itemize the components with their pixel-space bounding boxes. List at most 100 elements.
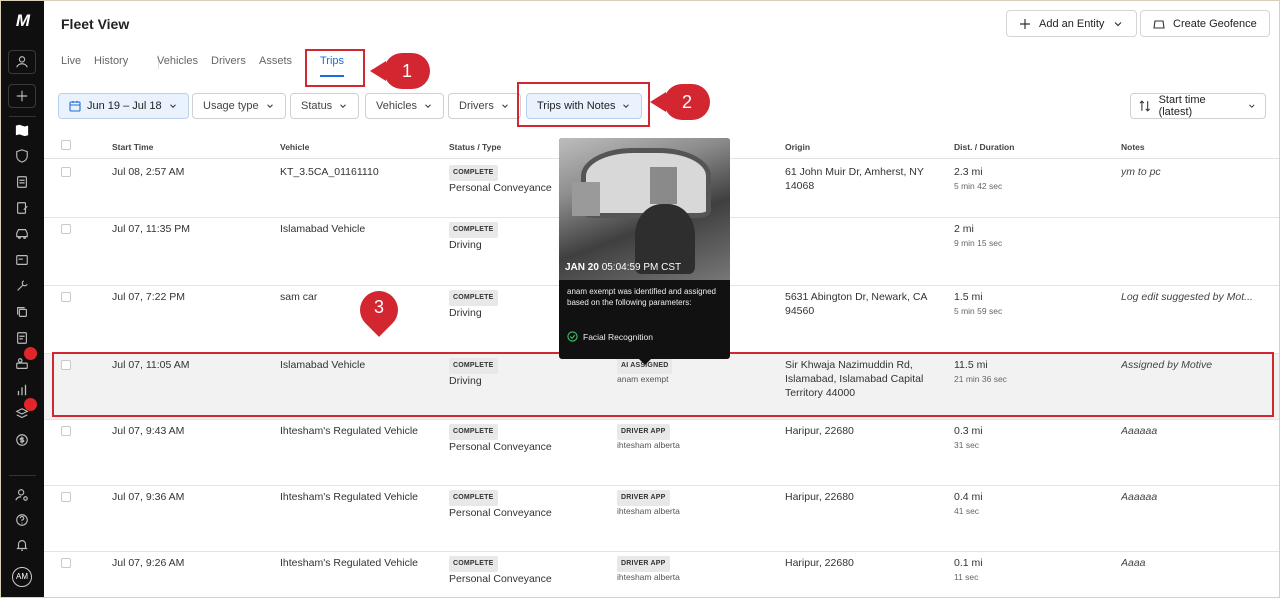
driver-name[interactable]: ihtesham alberta: [617, 504, 680, 518]
start-time: Jul 07, 9:43 AM: [112, 425, 185, 437]
distance: 2.3 mi: [954, 166, 983, 178]
notification-dot: [24, 398, 37, 411]
tab-assets[interactable]: Assets: [259, 55, 292, 67]
duration: 31 sec: [954, 440, 980, 450]
callout-1-box: [305, 49, 365, 87]
origin-line: Haripur, 22680: [785, 425, 854, 437]
origin-line: 61 John Muir Dr, Amherst, NY: [785, 166, 924, 178]
left-rail: M AM: [1, 1, 44, 597]
snapshot-time: 05:04:59 PM CST: [601, 262, 682, 273]
ai-assignment-tooltip: JAN 20 05:04:59 PM CST anam exempt was i…: [559, 138, 730, 359]
date-range-filter[interactable]: Jun 19 – Jul 18: [58, 93, 189, 119]
bell-icon[interactable]: [8, 534, 36, 556]
row-checkbox[interactable]: [61, 426, 71, 436]
drivers-filter[interactable]: Drivers: [448, 93, 521, 119]
start-time: Jul 07, 11:35 PM: [112, 223, 191, 235]
motive-logo[interactable]: M: [1, 11, 44, 35]
calendar-icon: [69, 101, 81, 112]
vehicle-name[interactable]: KT_3.5CA_01161110: [280, 165, 379, 179]
tab-vehicles[interactable]: Vehicles: [157, 55, 198, 67]
usage-type-filter[interactable]: Usage type: [192, 93, 286, 119]
tab-history[interactable]: History: [94, 55, 128, 67]
vehicle-name[interactable]: sam car: [280, 290, 317, 304]
vehicle-name[interactable]: Ihtesham's Regulated Vehicle: [280, 490, 418, 504]
table-row[interactable]: Jul 07, 9:43 AM Ihtesham's Regulated Vehi…: [44, 420, 1279, 486]
drivers-label: Drivers: [459, 100, 494, 112]
distance: 0.4 mi: [954, 491, 983, 503]
tooltip-arrow: [638, 358, 652, 365]
add-icon[interactable]: [8, 84, 36, 108]
vehicle-name[interactable]: Ihtesham's Regulated Vehicle: [280, 424, 418, 438]
trip-type: Personal Conveyance: [449, 182, 552, 194]
col-dist-duration[interactable]: Dist. / Duration: [954, 142, 1014, 152]
table-row[interactable]: Jul 07, 9:36 AM Ihtesham's Regulated Vehi…: [44, 486, 1279, 552]
vehicle-icon[interactable]: [8, 223, 36, 245]
origin-line: Haripur, 22680: [785, 557, 854, 569]
driver-name[interactable]: ihtesham alberta: [617, 438, 680, 452]
notification-dot: [24, 347, 37, 360]
wrench-icon[interactable]: [8, 275, 36, 297]
sort-button[interactable]: Start time (latest): [1130, 93, 1266, 119]
start-time: Jul 07, 9:36 AM: [112, 491, 185, 503]
status-badge: COMPLETE: [449, 424, 498, 440]
report-icon[interactable]: [8, 327, 36, 349]
driver-name[interactable]: ihtesham alberta: [617, 570, 680, 584]
trip-note[interactable]: Log edit suggested by Mot...: [1121, 290, 1261, 304]
col-start-time[interactable]: Start Time: [112, 142, 153, 152]
col-origin[interactable]: Origin: [785, 142, 810, 152]
table-row[interactable]: Jul 07, 9:26 AM Ihtesham's Regulated Vehi…: [44, 552, 1279, 597]
shield-icon[interactable]: [8, 145, 36, 167]
user-location-icon[interactable]: [8, 50, 36, 74]
trip-note[interactable]: Aaaaaa: [1121, 424, 1261, 438]
document-icon[interactable]: [8, 171, 36, 193]
map-icon[interactable]: [8, 119, 36, 141]
chevron-down-icon: [340, 104, 347, 108]
copy-icon[interactable]: [8, 301, 36, 323]
create-geofence-label: Create Geofence: [1173, 17, 1257, 30]
vehicle-name[interactable]: Islamabad Vehicle: [280, 222, 365, 236]
distance: 1.5 mi: [954, 291, 983, 303]
row-checkbox[interactable]: [61, 558, 71, 568]
callout-2-box: [517, 82, 650, 127]
vehicle-name[interactable]: Ihtesham's Regulated Vehicle: [280, 556, 418, 570]
add-entity-button[interactable]: Add an Entity: [1006, 10, 1138, 37]
status-filter[interactable]: Status: [290, 93, 360, 119]
start-time: Jul 07, 7:22 PM: [112, 291, 185, 303]
trip-note[interactable]: Aaaaaa: [1121, 490, 1261, 504]
duration: 9 min 15 sec: [954, 238, 1003, 248]
vehicles-label: Vehicles: [376, 100, 417, 112]
row-checkbox[interactable]: [61, 292, 71, 302]
create-geofence-button[interactable]: Create Geofence: [1140, 10, 1270, 37]
vehicles-filter[interactable]: Vehicles: [365, 93, 444, 119]
trip-note[interactable]: ym to pc: [1121, 165, 1261, 179]
col-vehicle[interactable]: Vehicle: [280, 142, 309, 152]
blurred-face: [572, 182, 600, 216]
col-notes[interactable]: Notes: [1121, 142, 1145, 152]
tab-drivers[interactable]: Drivers: [211, 55, 246, 67]
duration: 5 min 59 sec: [954, 306, 1003, 316]
row-checkbox[interactable]: [61, 224, 71, 234]
trip-note[interactable]: Aaaa: [1121, 556, 1261, 570]
check-circle-icon: [567, 331, 578, 342]
select-all-checkbox[interactable]: [61, 140, 71, 150]
card-icon[interactable]: [8, 249, 36, 271]
app-frame: M AM Fleet View Add an Entity Create Geo…: [0, 0, 1280, 598]
tab-live[interactable]: Live: [61, 55, 81, 67]
col-status-type[interactable]: Status / Type: [449, 142, 501, 152]
avatar[interactable]: AM: [12, 567, 32, 587]
admin-user-icon[interactable]: [8, 484, 36, 506]
status-badge: COMPLETE: [449, 290, 498, 306]
row-checkbox[interactable]: [61, 492, 71, 502]
chevron-down-icon: [1249, 104, 1255, 108]
add-entity-label: Add an Entity: [1039, 17, 1105, 30]
dollar-icon[interactable]: [8, 429, 36, 451]
trip-type: Driving: [449, 307, 482, 319]
sort-icon: [1139, 100, 1150, 112]
callout-3-box: [52, 352, 1274, 417]
duration: 11 sec: [954, 572, 979, 582]
log-edit-icon[interactable]: [8, 197, 36, 219]
date-range-label: Jun 19 – Jul 18: [87, 100, 162, 112]
help-icon[interactable]: [8, 509, 36, 531]
trip-type: Personal Conveyance: [449, 507, 552, 519]
row-checkbox[interactable]: [61, 167, 71, 177]
